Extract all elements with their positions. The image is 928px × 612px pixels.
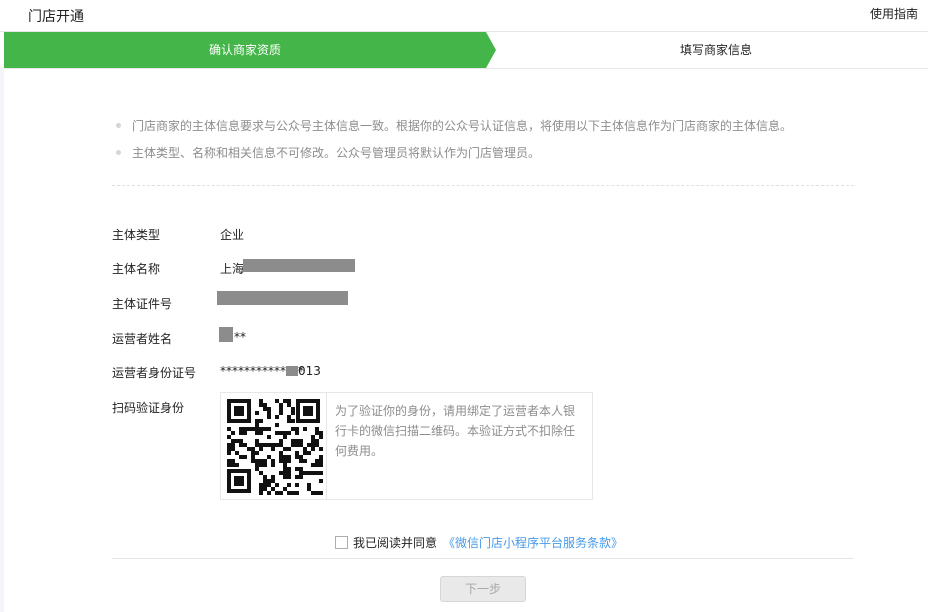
divider	[112, 558, 854, 559]
next-step-button[interactable]: 下一步	[440, 576, 526, 602]
redaction-mask	[217, 291, 348, 305]
guide-link[interactable]: 使用指南	[870, 5, 918, 22]
tip-item: 门店商家的主体信息要求与公众号主体信息一致。根据你的公众号认证信息，将使用以下主…	[112, 117, 854, 144]
entity-name-value: 上海	[220, 262, 245, 276]
qr-code-icon	[221, 393, 326, 499]
operator-id-label: 运营者身份证号	[112, 366, 197, 380]
bullet-icon	[116, 150, 121, 155]
agreement-link[interactable]: 《微信门店小程序平台服务条款》	[443, 534, 623, 551]
redaction-mask	[286, 366, 298, 376]
tip-item: 主体类型、名称和相关信息不可修改。公众号管理员将默认作为门店管理员。	[112, 144, 854, 171]
step-fill-merchant-info: 填写商家信息	[679, 43, 752, 57]
tip-text: 门店商家的主体信息要求与公众号主体信息一致。根据你的公众号认证信息，将使用以下主…	[132, 119, 793, 133]
entity-name-label: 主体名称	[112, 262, 161, 276]
tip-text: 主体类型、名称和相关信息不可修改。公众号管理员将默认作为门店管理员。	[132, 146, 541, 160]
entity-cert-label: 主体证件号	[112, 297, 173, 311]
entity-type-label: 主体类型	[112, 228, 161, 242]
step-confirm-qualification: 确认商家资质	[4, 32, 486, 68]
scan-verify-label: 扫码验证身份	[112, 401, 185, 415]
entity-type-value: 企业	[220, 228, 245, 242]
step-progress-bar: 确认商家资质 填写商家信息	[4, 32, 928, 69]
step-arrow	[486, 32, 496, 68]
operator-name-value: **	[234, 330, 246, 344]
tips-list: 门店商家的主体信息要求与公众号主体信息一致。根据你的公众号认证信息，将使用以下主…	[112, 117, 854, 171]
redaction-mask	[243, 259, 355, 272]
top-header: 门店开通 使用指南	[0, 0, 928, 32]
qr-verify-box: 为了验证你的身份，请用绑定了运营者本人银行卡的微信扫描二维码。本验证方式不扣除任…	[220, 392, 593, 500]
operator-name-label: 运营者姓名	[112, 332, 173, 346]
agreement-checkbox[interactable]	[335, 536, 348, 549]
left-edge	[0, 68, 4, 612]
operator-id-suffix: 013	[298, 364, 321, 378]
divider	[112, 185, 854, 186]
bullet-icon	[116, 123, 121, 128]
agreement-text: 我已阅读并同意	[353, 536, 438, 550]
page-title: 门店开通	[28, 9, 84, 25]
qr-code[interactable]	[221, 393, 327, 499]
qr-description: 为了验证你的身份，请用绑定了运营者本人银行卡的微信扫描二维码。本验证方式不扣除任…	[335, 404, 576, 458]
redaction-mask	[219, 327, 233, 342]
